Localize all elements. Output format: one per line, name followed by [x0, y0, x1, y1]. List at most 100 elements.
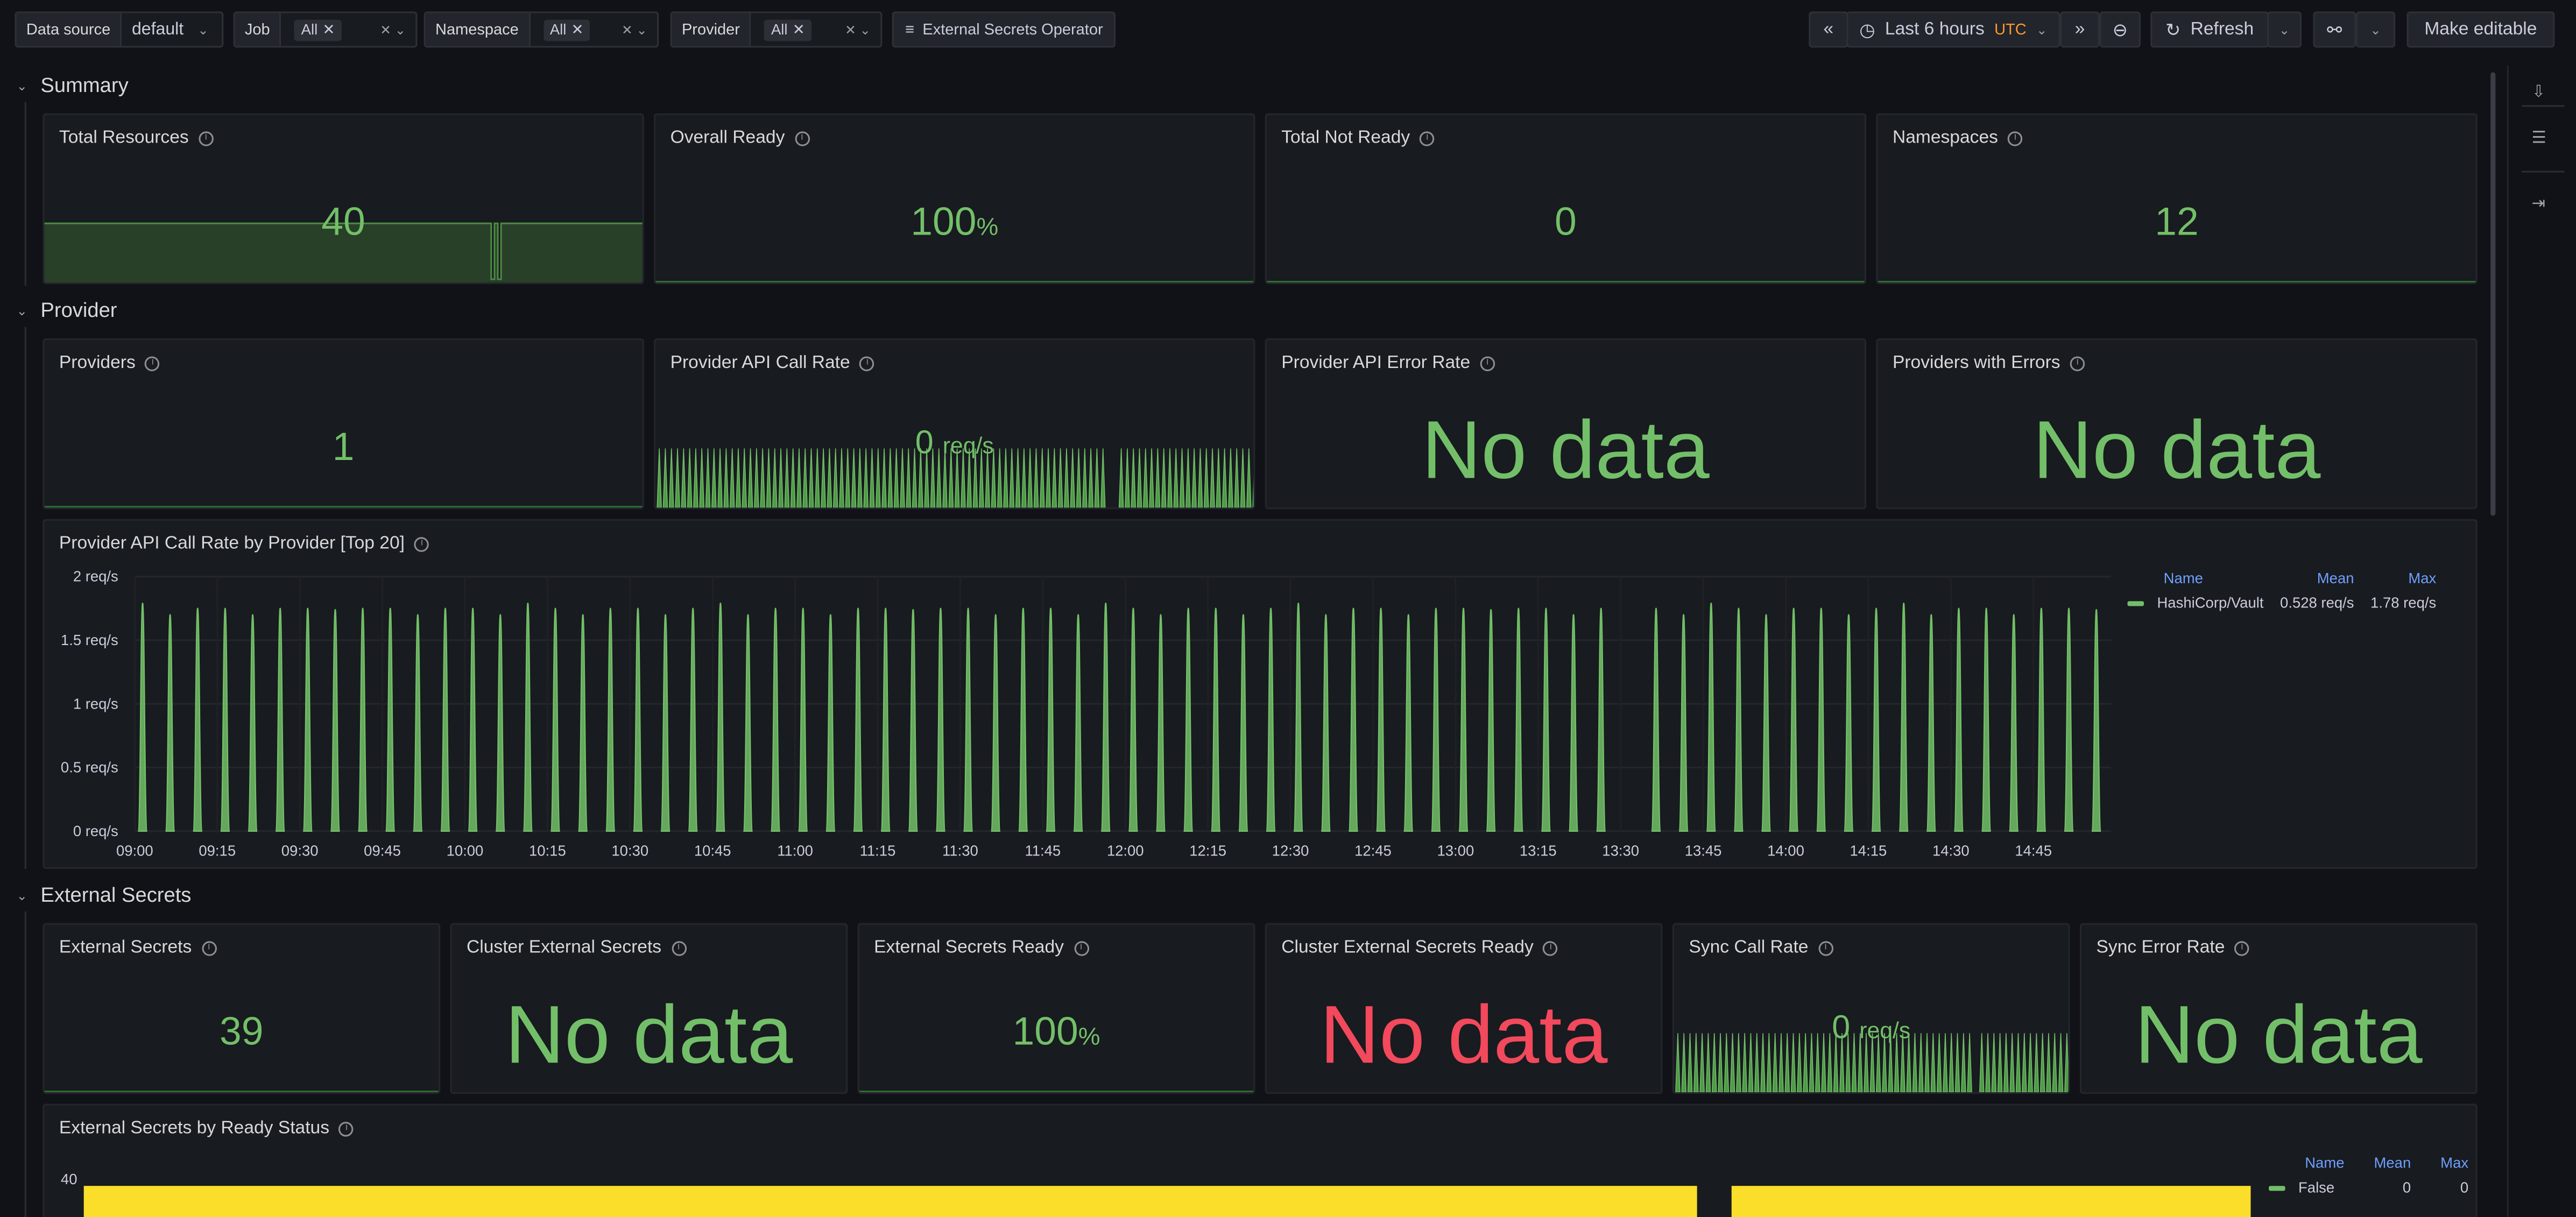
time-forward-button[interactable]: » — [2060, 11, 2100, 48]
x-tick-label: 12:45 — [1354, 843, 1392, 859]
x-tick-label: 09:45 — [364, 843, 401, 859]
series-spike — [1843, 614, 1854, 832]
info-icon[interactable]: i — [2008, 130, 2023, 146]
zoom-out-button[interactable]: ⊖ — [2099, 11, 2141, 48]
panel-overall-ready[interactable]: Overall Ready i 100% — [654, 113, 1255, 285]
provider-chip[interactable]: All ✕ — [764, 19, 811, 40]
x-tick-label: 11:15 — [860, 843, 896, 859]
x-tick-label: 13:30 — [1602, 843, 1639, 859]
panel-cluster-external-secrets-ready[interactable]: Cluster External Secrets Ready i No data — [1265, 923, 1663, 1094]
series-spike — [192, 607, 203, 832]
info-icon[interactable]: i — [199, 130, 214, 146]
row-summary[interactable]: ⌄ Summary — [17, 74, 129, 97]
info-icon[interactable]: i — [145, 355, 160, 371]
info-icon[interactable]: i — [339, 1121, 354, 1136]
remove-icon[interactable]: ✕ — [322, 20, 335, 39]
panel-namespaces[interactable]: Namespaces i 12 — [1876, 113, 2478, 285]
stat-unit: req/s — [942, 431, 994, 458]
row-provider[interactable]: ⌄ Provider — [17, 299, 117, 322]
collapse-sidebar-icon[interactable]: ⇥ — [2532, 195, 2546, 214]
datasource-variable[interactable]: Data source default ⌄ — [15, 11, 224, 48]
series-spike — [2091, 608, 2102, 832]
panel-sync-error-rate[interactable]: Sync Error Rate i No data — [2079, 923, 2478, 1094]
legend-max: 1.78 req/s — [2370, 595, 2437, 611]
series-spike — [385, 607, 396, 832]
job-variable[interactable]: Job All ✕ ✕ ⌄ — [233, 11, 418, 48]
row-external-secrets[interactable]: ⌄ External Secrets — [17, 883, 192, 907]
legend-header-name[interactable]: Name — [2259, 1155, 2344, 1171]
datasource-label: Data source — [16, 13, 122, 46]
panel-provider-api-call-rate[interactable]: Provider API Call Rate i 0 req/s — [654, 338, 1255, 510]
panel-title: Sync Error Rate — [2096, 938, 2225, 958]
info-icon[interactable]: i — [201, 940, 217, 956]
clear-icon[interactable]: ✕ ⌄ — [380, 22, 406, 37]
info-icon[interactable]: i — [2070, 355, 2085, 371]
series-spike — [1072, 614, 1084, 832]
refresh-interval-dropdown[interactable]: ⌄ — [2267, 11, 2302, 48]
info-icon[interactable]: i — [1420, 130, 1435, 146]
refresh-button[interactable]: ↻ Refresh — [2150, 11, 2269, 48]
clear-icon[interactable]: ✕ ⌄ — [622, 22, 647, 37]
chevron-down-icon: ⌄ — [2278, 22, 2290, 37]
info-icon[interactable]: i — [671, 940, 686, 956]
share-dropdown[interactable]: ⌄ — [2355, 11, 2396, 48]
panel-title: Sync Call Rate — [1689, 938, 1809, 958]
legend-row[interactable]: False 0 0 — [2259, 1171, 2468, 1196]
remove-icon[interactable]: ✕ — [793, 20, 805, 39]
panel-total-not-ready[interactable]: Total Not Ready i 0 — [1265, 113, 1867, 285]
clear-icon[interactable]: ✕ ⌄ — [845, 22, 871, 37]
series-spike — [660, 614, 671, 832]
namespace-variable[interactable]: Namespace All ✕ ✕ ⌄ — [424, 11, 659, 48]
series-spike — [467, 607, 478, 832]
info-icon[interactable]: i — [2234, 940, 2250, 956]
external-secrets-operator-link[interactable]: ≡ External Secrets Operator — [892, 11, 1116, 48]
series-spike — [963, 607, 973, 832]
clock-icon: ◷ — [1859, 20, 1875, 40]
provider-variable[interactable]: Provider All ✕ ✕ ⌄ — [670, 11, 883, 48]
info-icon[interactable]: i — [1543, 940, 1558, 956]
legend-row[interactable]: HashiCorp/Vault 0.528 req/s 1.78 req/s — [2118, 586, 2436, 611]
panel-external-secrets[interactable]: External Secrets i 39 — [43, 923, 441, 1094]
panel-providers-with-errors[interactable]: Providers with Errors i No data — [1876, 338, 2478, 510]
legend-header-name[interactable]: Name — [2118, 570, 2263, 586]
series-spike — [1238, 614, 1249, 832]
info-icon[interactable]: i — [1074, 940, 1089, 956]
stat-value: 39 — [219, 1010, 264, 1055]
panel-providers[interactable]: Providers i 1 — [43, 338, 644, 510]
legend-header-max[interactable]: Max — [2354, 570, 2436, 586]
remove-icon[interactable]: ✕ — [571, 20, 584, 39]
x-tick-label: 12:30 — [1272, 843, 1309, 859]
info-icon[interactable]: i — [1480, 355, 1495, 371]
job-label: Job — [235, 13, 282, 46]
info-icon[interactable]: i — [794, 130, 810, 146]
panel-total-resources[interactable]: Total Resources i 40 — [43, 113, 644, 285]
panel-external-secrets-by-ready-status[interactable]: External Secrets by Ready Status i 40 Nam… — [43, 1103, 2478, 1217]
panel-title: Total Resources — [59, 128, 189, 148]
panel-provider-api-error-rate[interactable]: Provider API Error Rate i No data — [1265, 338, 1867, 510]
legend-header-max[interactable]: Max — [2411, 1155, 2468, 1171]
make-editable-button[interactable]: Make editable — [2406, 11, 2555, 48]
legend-header-mean[interactable]: Mean — [2264, 570, 2354, 586]
stat-value: 0 req/s — [655, 426, 1253, 463]
series-spike — [1375, 607, 1386, 832]
share-button[interactable]: ⚯ — [2313, 11, 2356, 48]
namespace-chip[interactable]: All ✕ — [543, 19, 590, 40]
panel-provider-api-call-rate-by-provider[interactable]: Provider API Call Rate by Provider [Top … — [43, 519, 2478, 869]
scrollbar[interactable] — [2490, 72, 2496, 516]
time-back-button[interactable]: « — [1809, 11, 1848, 48]
row-title: Provider — [40, 299, 117, 322]
panel-external-secrets-ready[interactable]: External Secrets Ready i 100% — [857, 923, 1255, 1094]
job-chip[interactable]: All ✕ — [294, 19, 342, 40]
import-icon[interactable]: ⇩ — [2532, 84, 2546, 102]
panel-cluster-external-secrets[interactable]: Cluster External Secrets i No data — [450, 923, 848, 1094]
time-picker[interactable]: ◷ Last 6 hours UTC ⌄ — [1846, 11, 2060, 48]
sparkline — [44, 506, 643, 508]
info-icon[interactable]: i — [860, 355, 875, 371]
divider — [2522, 105, 2565, 107]
panel-sync-call-rate[interactable]: Sync Call Rate i 0 req/s — [1672, 923, 2070, 1094]
legend-header-mean[interactable]: Mean — [2345, 1155, 2411, 1171]
outline-icon[interactable]: ☰ — [2532, 130, 2546, 148]
info-icon[interactable]: i — [1818, 940, 1833, 956]
series-spike — [852, 607, 864, 832]
sparkline — [1266, 281, 1865, 283]
